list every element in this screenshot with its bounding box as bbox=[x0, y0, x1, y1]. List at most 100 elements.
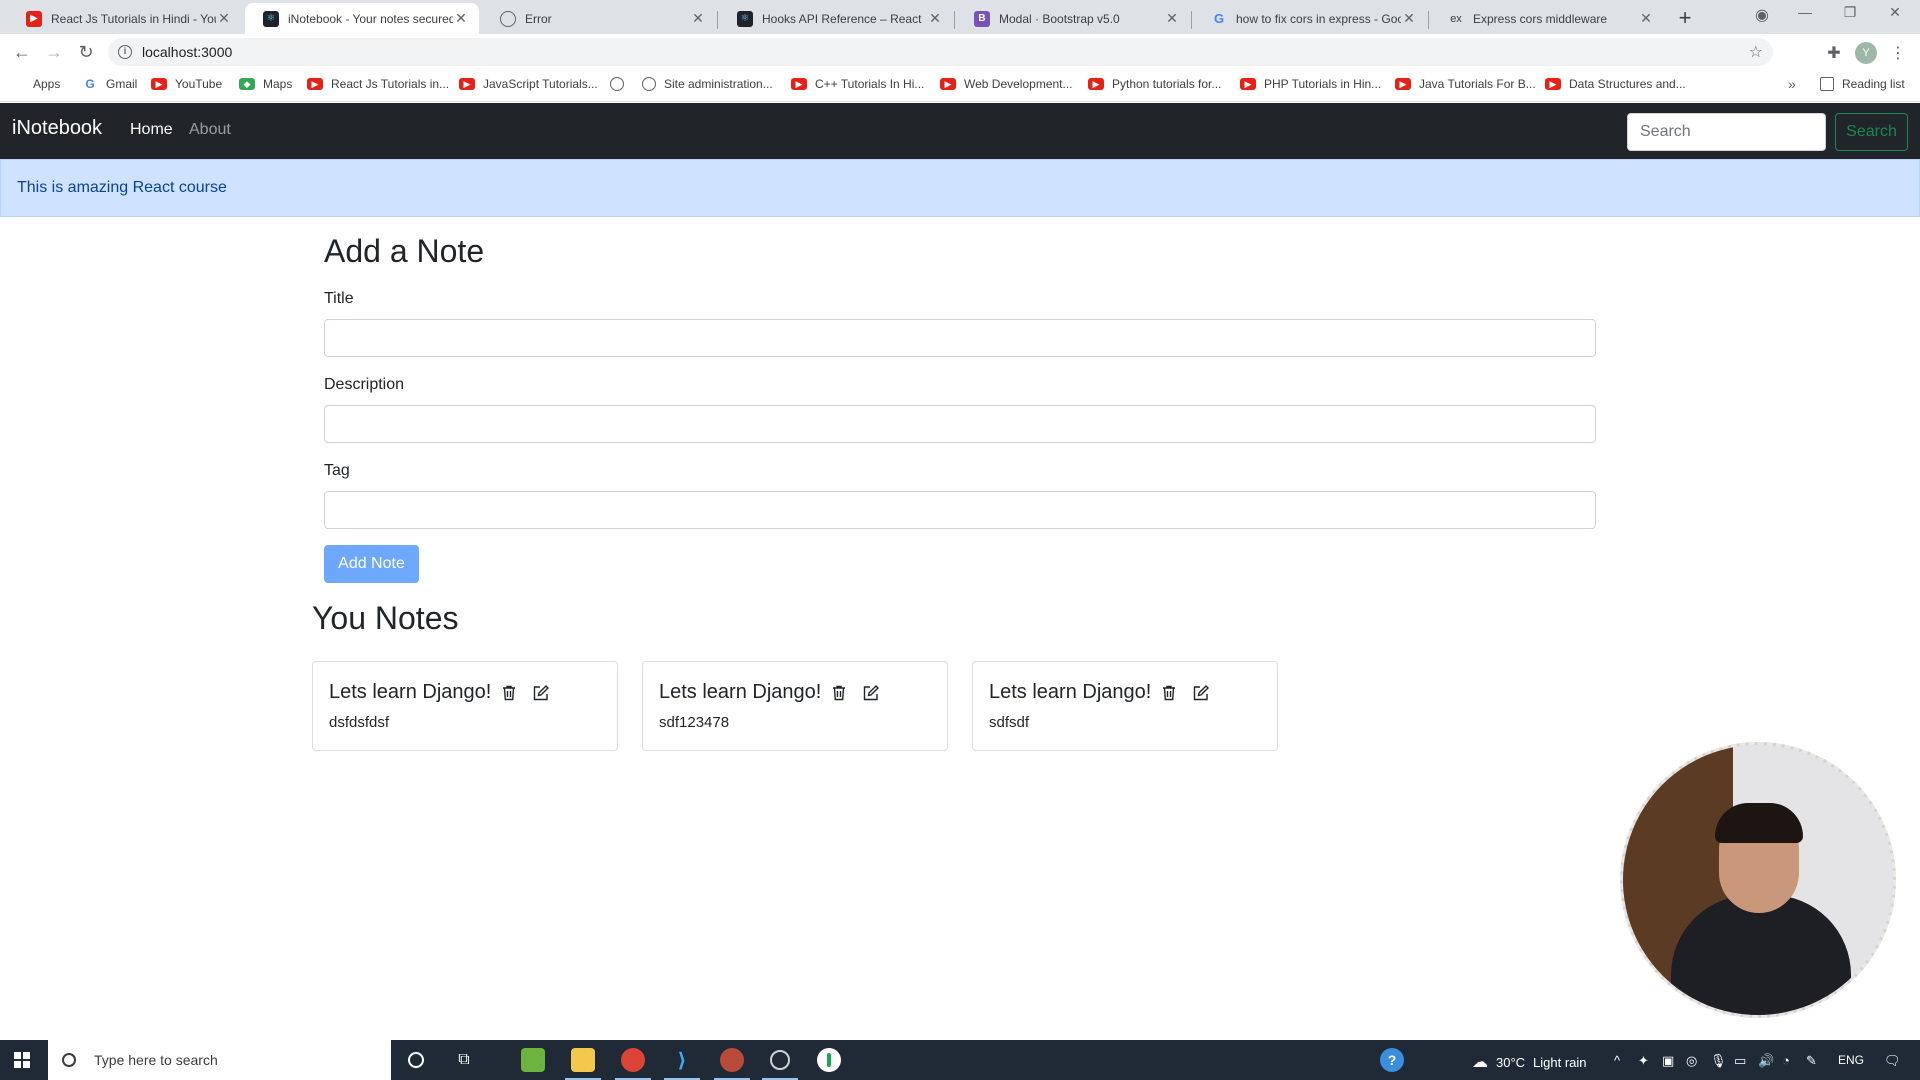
vscode-icon[interactable]: ⟩ bbox=[664, 1048, 700, 1080]
bookmark-web-development[interactable]: ▶ Web Development... bbox=[940, 77, 1073, 91]
forward-arrow-icon[interactable]: → bbox=[42, 40, 66, 64]
close-icon[interactable]: ✕ bbox=[1164, 10, 1180, 27]
tab-inotebook[interactable]: ⚛ iNotebook - Your notes secured ✕ bbox=[245, 3, 479, 34]
nav-link-about[interactable]: About bbox=[189, 121, 231, 139]
weather-condition: Light rain bbox=[1533, 1054, 1587, 1070]
tray-app-icon[interactable]: ▣ bbox=[1662, 1053, 1674, 1069]
bookmark-site-administration[interactable]: Site administration... bbox=[642, 77, 773, 91]
close-icon[interactable]: ✕ bbox=[690, 10, 706, 27]
browser-toolbar: ← → ↻ i localhost:3000 ☆ ✚ Y ⋮ bbox=[0, 34, 1920, 70]
windows-start-icon[interactable] bbox=[14, 1052, 30, 1068]
tray-app-icon[interactable]: ✦ bbox=[1638, 1053, 1649, 1069]
youtube-icon: ▶ bbox=[1088, 78, 1104, 90]
close-icon[interactable]: ✕ bbox=[1401, 10, 1417, 27]
trash-icon[interactable] bbox=[500, 684, 518, 702]
bookmark-cpp-tutorials[interactable]: ▶ C++ Tutorials In Hi... bbox=[791, 77, 924, 91]
close-icon[interactable]: ✕ bbox=[216, 10, 232, 27]
bookmark-label: Java Tutorials For B... bbox=[1419, 77, 1536, 91]
bootstrap-icon: B bbox=[974, 10, 990, 27]
add-note-button[interactable]: Add Note bbox=[324, 545, 419, 583]
title-input[interactable] bbox=[324, 319, 1596, 357]
bookmark-java-tutorials[interactable]: ▶ Java Tutorials For B... bbox=[1395, 77, 1536, 91]
battery-icon[interactable]: ▭ bbox=[1734, 1053, 1746, 1069]
bookmark-youtube[interactable]: ▶ YouTube bbox=[151, 77, 222, 91]
close-window-button[interactable]: ✕ bbox=[1875, 4, 1915, 21]
youtube-icon: ▶ bbox=[151, 78, 167, 90]
new-tab-button[interactable]: + bbox=[1672, 5, 1698, 31]
address-bar[interactable]: i localhost:3000 ☆ bbox=[108, 38, 1773, 66]
mongodb-compass-icon[interactable] bbox=[817, 1048, 841, 1072]
obs-icon[interactable] bbox=[762, 1048, 798, 1080]
tab-hooks-api[interactable]: ⚛ Hooks API Reference – React ✕ bbox=[719, 3, 953, 34]
chevron-up-icon[interactable]: ^ bbox=[1614, 1053, 1620, 1068]
bookmark-gmail[interactable]: G Gmail bbox=[82, 77, 137, 91]
language-indicator[interactable]: ENG bbox=[1838, 1053, 1864, 1067]
nav-link-home[interactable]: Home bbox=[130, 121, 173, 139]
tab-error[interactable]: Error ✕ bbox=[482, 3, 716, 34]
browser-tab-strip: ▶ React Js Tutorials in Hindi - YouTube … bbox=[0, 0, 1920, 34]
close-icon[interactable]: ✕ bbox=[1638, 10, 1654, 27]
pen-icon[interactable]: ✎ bbox=[1806, 1053, 1817, 1069]
restore-button[interactable]: ❐ bbox=[1830, 4, 1870, 21]
tab-title: Hooks API Reference – React bbox=[762, 11, 922, 26]
menu-kebab-icon[interactable]: ⋮ bbox=[1887, 42, 1909, 64]
minimize-button[interactable]: — bbox=[1785, 4, 1825, 20]
search-button[interactable]: Search bbox=[1835, 113, 1908, 151]
info-icon[interactable]: i bbox=[118, 45, 132, 59]
note-card: Lets learn Django! sdfsdf bbox=[972, 661, 1278, 751]
tab-youtube[interactable]: ▶ React Js Tutorials in Hindi - YouTube … bbox=[8, 3, 242, 34]
edit-icon[interactable] bbox=[862, 684, 880, 702]
weather-widget[interactable]: ☁ 30°C Light rain bbox=[1472, 1052, 1587, 1072]
back-arrow-icon[interactable]: ← bbox=[10, 40, 34, 64]
tab-bootstrap-modal[interactable]: B Modal · Bootstrap v5.0 ✕ bbox=[956, 3, 1190, 34]
reading-list-label: Reading list bbox=[1842, 77, 1905, 91]
close-icon[interactable]: ✕ bbox=[453, 10, 469, 27]
cortana-icon[interactable] bbox=[404, 1048, 428, 1072]
close-icon[interactable]: ✕ bbox=[927, 10, 943, 27]
profile-avatar[interactable]: Y bbox=[1855, 42, 1877, 64]
tray-app-icon[interactable]: ◎ bbox=[1686, 1053, 1697, 1069]
bookmark-star-icon[interactable]: ☆ bbox=[1749, 42, 1763, 62]
tag-input[interactable] bbox=[324, 491, 1596, 529]
tab-google-search[interactable]: G how to fix cors in express - Google ✕ bbox=[1193, 3, 1427, 34]
notifications-icon[interactable]: 🗨 bbox=[1884, 1053, 1901, 1069]
bookmark-label: C++ Tutorials In Hi... bbox=[815, 77, 925, 91]
microphone-icon[interactable]: 🎙 bbox=[1710, 1053, 1727, 1069]
edit-icon[interactable] bbox=[532, 684, 550, 702]
bookmark-javascript-tutorials[interactable]: ▶ JavaScript Tutorials... bbox=[459, 77, 598, 91]
wifi-icon[interactable]: ◔ bbox=[1782, 1053, 1790, 1068]
bookmark-react-tutorials[interactable]: ▶ React Js Tutorials in... bbox=[307, 77, 449, 91]
chrome-profile-icon[interactable] bbox=[714, 1048, 750, 1080]
bookmark-apps[interactable]: Apps bbox=[14, 77, 60, 91]
tab-express-cors[interactable]: ex Express cors middleware ✕ bbox=[1430, 3, 1664, 34]
bookmark-maps[interactable]: ◆ Maps bbox=[239, 77, 292, 91]
help-icon[interactable]: ? bbox=[1380, 1048, 1404, 1072]
taskbar-search-box[interactable]: Type here to search bbox=[48, 1040, 391, 1080]
bookmark-python-tutorials[interactable]: ▶ Python tutorials for... bbox=[1088, 77, 1221, 91]
google-icon: G bbox=[85, 77, 95, 91]
globe-icon bbox=[500, 10, 516, 27]
file-explorer-icon[interactable] bbox=[565, 1048, 601, 1080]
bookmark-php-tutorials[interactable]: ▶ PHP Tutorials in Hin... bbox=[1240, 77, 1381, 91]
trash-icon[interactable] bbox=[830, 684, 848, 702]
description-input[interactable] bbox=[324, 405, 1596, 443]
chrome-icon[interactable] bbox=[615, 1048, 651, 1080]
search-input[interactable]: Search bbox=[1627, 113, 1826, 151]
brand-logo[interactable]: iNotebook bbox=[12, 117, 102, 140]
react-icon: ⚛ bbox=[737, 10, 753, 27]
task-view-icon[interactable]: ⧉ bbox=[452, 1048, 476, 1072]
bookmark-label: Gmail bbox=[106, 77, 138, 91]
reading-list-button[interactable]: Reading list bbox=[1820, 77, 1905, 91]
reload-icon[interactable]: ↻ bbox=[74, 40, 98, 64]
edit-icon[interactable] bbox=[1192, 684, 1210, 702]
notepad-icon[interactable] bbox=[521, 1048, 545, 1072]
volume-icon[interactable]: 🔊 bbox=[1758, 1053, 1774, 1069]
url-text: localhost:3000 bbox=[142, 44, 233, 60]
extensions-icon[interactable]: ✚ bbox=[1823, 42, 1845, 64]
trash-icon[interactable] bbox=[1160, 684, 1178, 702]
tab-search-icon[interactable]: ◉ bbox=[1742, 5, 1782, 25]
bookmark-globe[interactable] bbox=[610, 77, 632, 91]
bookmark-data-structures[interactable]: ▶ Data Structures and... bbox=[1545, 77, 1686, 91]
bookmark-label: JavaScript Tutorials... bbox=[483, 77, 598, 91]
chevron-right-icon[interactable]: » bbox=[1788, 76, 1796, 92]
